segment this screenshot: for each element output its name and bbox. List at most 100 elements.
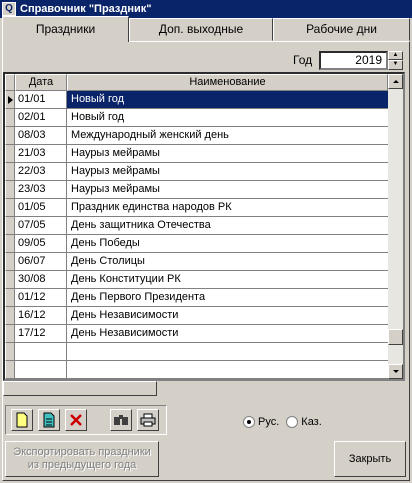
cell-date[interactable]: 01/01 xyxy=(15,91,67,109)
table-row[interactable]: 01/05 Праздник единства народов РК xyxy=(5,199,388,217)
table-row[interactable]: 23/03 Наурыз мейрамы xyxy=(5,181,388,199)
cell-name[interactable]: День защитника Отечества xyxy=(67,217,388,235)
cell-name[interactable]: День Конституции РК xyxy=(67,271,388,289)
row-indicator[interactable] xyxy=(5,163,15,181)
table-row[interactable]: 16/12 День Независимости xyxy=(5,307,388,325)
record-toolbar xyxy=(5,405,167,435)
cell-date[interactable]: 01/12 xyxy=(15,289,67,307)
app-icon: Q xyxy=(2,2,16,16)
table-row[interactable]: 21/03 Наурыз мейрамы xyxy=(5,145,388,163)
export-label-line2: из предыдущего года xyxy=(27,459,137,471)
table-body: 01/01 Новый год 02/01 Новый год 08/03 Междуна… xyxy=(5,91,388,379)
table-row[interactable]: 01/01 Новый год xyxy=(5,91,388,109)
table-row[interactable]: 09/05 День Победы xyxy=(5,235,388,253)
cell-name[interactable]: День Победы xyxy=(67,235,388,253)
row-indicator[interactable] xyxy=(5,235,15,253)
radio-kaz-label[interactable]: Каз. xyxy=(301,416,322,428)
dialog-window: Q Справочник "Праздник" Праздники Доп. в… xyxy=(0,0,412,483)
holiday-table[interactable]: Дата Наименование 01/01 Новый год 02/01 Нов… xyxy=(3,72,405,381)
row-indicator[interactable] xyxy=(5,127,15,145)
cell-date[interactable]: 07/05 xyxy=(15,217,67,235)
horizontal-scrollbar[interactable] xyxy=(3,381,157,396)
cell-name[interactable]: Международный женский день xyxy=(67,127,388,145)
cell-date[interactable]: 22/03 xyxy=(15,163,67,181)
table-row[interactable] xyxy=(5,343,388,361)
new-icon xyxy=(16,412,28,428)
cell-name[interactable]: Наурыз мейрамы xyxy=(67,163,388,181)
table-row[interactable]: 17/12 День Независимости xyxy=(5,325,388,343)
row-indicator-header xyxy=(5,74,15,91)
column-header-date[interactable]: Дата xyxy=(15,74,67,91)
cell-name[interactable] xyxy=(67,361,388,379)
radio-rus-label[interactable]: Рус. xyxy=(258,416,279,428)
tab-working-days[interactable]: Рабочие дни xyxy=(273,18,410,41)
radio-kaz[interactable] xyxy=(286,416,299,428)
cell-date[interactable]: 02/01 xyxy=(15,109,67,127)
cell-name[interactable]: День Столицы xyxy=(67,253,388,271)
table-row[interactable]: 07/05 День защитника Отечества xyxy=(5,217,388,235)
row-indicator[interactable] xyxy=(5,307,15,325)
cell-date[interactable]: 23/03 xyxy=(15,181,67,199)
spin-up-button[interactable]: ▲ xyxy=(388,51,403,60)
edit-icon xyxy=(43,412,55,428)
row-indicator[interactable] xyxy=(5,361,15,379)
table-row[interactable]: 01/12 День Первого Президента xyxy=(5,289,388,307)
tab-holidays[interactable]: Праздники xyxy=(2,16,129,42)
cell-date[interactable] xyxy=(15,343,67,361)
row-indicator[interactable] xyxy=(5,145,15,163)
row-indicator[interactable] xyxy=(5,217,15,235)
print-button[interactable] xyxy=(137,409,159,431)
cell-date[interactable]: 17/12 xyxy=(15,325,67,343)
row-indicator[interactable] xyxy=(5,343,15,361)
cell-date[interactable]: 30/08 xyxy=(15,271,67,289)
year-spinner[interactable]: ▲ ▼ xyxy=(388,51,403,70)
table-row[interactable] xyxy=(5,361,388,379)
year-input[interactable]: 2019 xyxy=(319,51,388,70)
cell-name[interactable]: День Независимости xyxy=(67,325,388,343)
new-record-button[interactable] xyxy=(11,409,33,431)
table-row[interactable]: 02/01 Новый год xyxy=(5,109,388,127)
cell-date[interactable]: 09/05 xyxy=(15,235,67,253)
cell-name[interactable]: Наурыз мейрамы xyxy=(67,181,388,199)
row-indicator[interactable] xyxy=(5,271,15,289)
table-row[interactable]: 08/03 Международный женский день xyxy=(5,127,388,145)
table-row[interactable]: 22/03 Наурыз мейрамы xyxy=(5,163,388,181)
row-indicator[interactable] xyxy=(5,325,15,343)
scroll-thumb[interactable] xyxy=(388,329,403,345)
cell-date[interactable]: 16/12 xyxy=(15,307,67,325)
cell-date[interactable]: 01/05 xyxy=(15,199,67,217)
find-button[interactable] xyxy=(110,409,132,431)
spin-down-button[interactable]: ▼ xyxy=(388,60,403,70)
cell-name[interactable]: Наурыз мейрамы xyxy=(67,145,388,163)
radio-rus[interactable] xyxy=(243,416,255,428)
row-indicator[interactable] xyxy=(5,199,15,217)
cell-date[interactable]: 21/03 xyxy=(15,145,67,163)
edit-record-button[interactable] xyxy=(38,409,60,431)
cell-name[interactable]: Новый год xyxy=(67,109,388,127)
row-indicator[interactable] xyxy=(5,289,15,307)
cell-date[interactable]: 08/03 xyxy=(15,127,67,145)
cell-name[interactable]: Новый год xyxy=(67,91,388,109)
column-header-name[interactable]: Наименование xyxy=(67,74,388,91)
vertical-scrollbar[interactable] xyxy=(388,74,403,379)
scroll-down-button[interactable] xyxy=(388,364,403,379)
row-indicator[interactable] xyxy=(5,91,15,109)
cell-date[interactable] xyxy=(15,361,67,379)
cell-name[interactable]: День Первого Президента xyxy=(67,289,388,307)
close-button[interactable]: Закрыть xyxy=(334,441,406,477)
delete-record-button[interactable] xyxy=(65,409,87,431)
table-row[interactable]: 30/08 День Конституции РК xyxy=(5,271,388,289)
cell-name[interactable] xyxy=(67,343,388,361)
cell-name[interactable]: День Независимости xyxy=(67,307,388,325)
row-indicator[interactable] xyxy=(5,181,15,199)
table-row[interactable]: 06/07 День Столицы xyxy=(5,253,388,271)
row-indicator[interactable] xyxy=(5,109,15,127)
scroll-up-button[interactable] xyxy=(388,74,403,89)
tab-extra-days-off[interactable]: Доп. выходные xyxy=(129,18,273,41)
row-indicator[interactable] xyxy=(5,253,15,271)
cell-name[interactable]: Праздник единства народов РК xyxy=(67,199,388,217)
cell-date[interactable]: 06/07 xyxy=(15,253,67,271)
export-holidays-button[interactable]: Экспортировать праздники из предыдущего … xyxy=(5,441,159,477)
window-title: Справочник "Праздник" xyxy=(20,3,152,15)
delete-icon xyxy=(70,414,82,426)
